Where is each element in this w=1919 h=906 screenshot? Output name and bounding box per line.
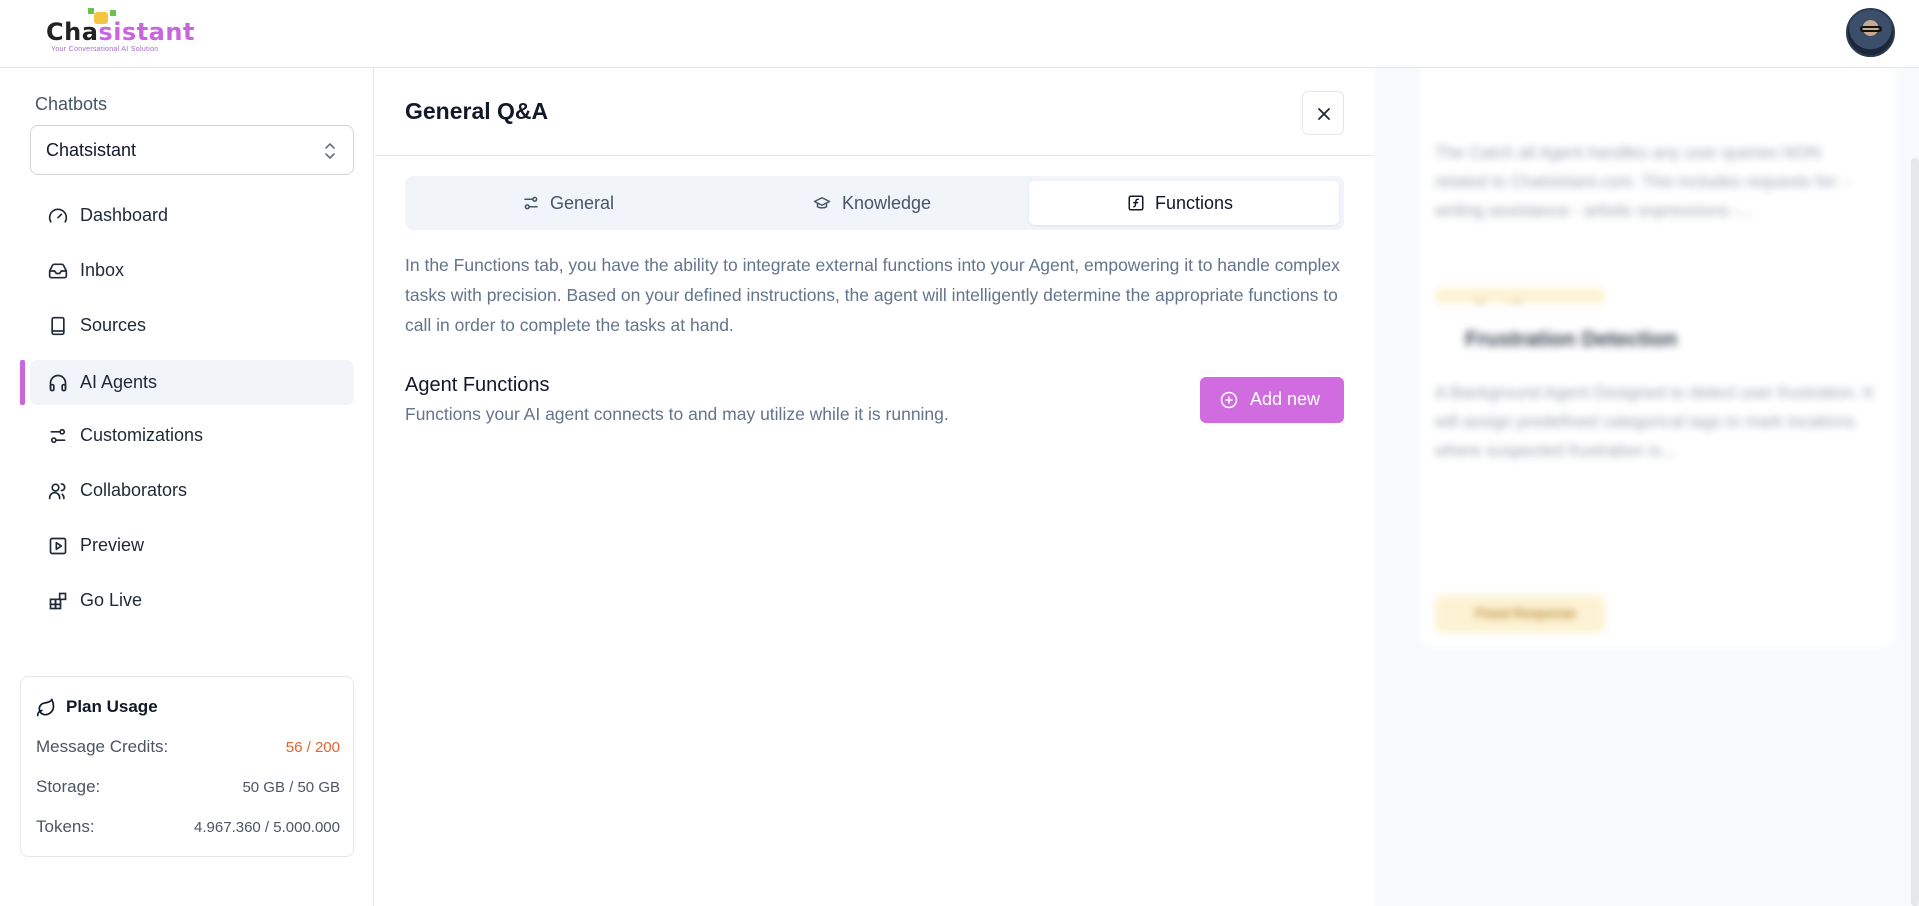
- tab-label: Functions: [1155, 193, 1234, 213]
- plan-usage-title: Plan Usage: [66, 697, 158, 716]
- plan-row-storage: Storage: 50 GB / 50 GB: [36, 777, 340, 801]
- plan-usage-card: Plan Usage Message Credits: 56 / 200 Sto…: [20, 676, 354, 857]
- brand-name: Chasistant: [46, 18, 195, 46]
- add-new-label: Add new: [1250, 389, 1321, 409]
- logo-mark: [88, 8, 94, 14]
- avatar-glasses: [1860, 26, 1882, 32]
- tab-general[interactable]: General: [410, 181, 720, 225]
- close-icon: [1318, 108, 1330, 120]
- sidebar-item-label: Customizations: [80, 425, 204, 445]
- plan-row-tokens: Tokens: 4.967.360 / 5.000.000: [36, 817, 340, 841]
- active-nav-marker: [20, 360, 25, 405]
- plan-row-label: Tokens:: [36, 817, 95, 836]
- agent-card: The Catch all Agent handles any user que…: [1420, 68, 1895, 338]
- scrollbar[interactable]: [1911, 158, 1919, 906]
- sidebar-item-label: Sources: [80, 315, 147, 335]
- sidebar-item-go-live[interactable]: Go Live: [30, 578, 354, 623]
- sidebar: Chatbots Chatsistant Dashboard Inbox Sou…: [0, 68, 374, 906]
- sliders-icon: [524, 196, 538, 210]
- close-button[interactable]: [1302, 91, 1344, 135]
- plan-row-label: Message Credits:: [36, 737, 169, 756]
- agent-card-text: A Background Agent Designed to detect us…: [1435, 383, 1873, 460]
- graduation-cap-icon: [813, 197, 831, 209]
- blurred-content: The Catch all Agent handles any user que…: [1375, 68, 1919, 906]
- sidebar-item-ai-agents[interactable]: AI Agents: [30, 360, 354, 405]
- sidebar-item-sources[interactable]: Sources: [30, 303, 354, 348]
- sidebar-item-label: Dashboard: [80, 205, 169, 225]
- agent-panel: General Q&A General Knowledge Functions …: [375, 68, 1374, 906]
- agent-card-text: The Catch all Agent handles any user que…: [1435, 143, 1851, 220]
- sidebar-item-dashboard[interactable]: Dashboard: [30, 193, 354, 238]
- tab-label: Knowledge: [842, 193, 932, 213]
- sidebar-item-label: AI Agents: [80, 372, 158, 392]
- background-agent-list: The Catch all Agent handles any user que…: [1375, 68, 1919, 906]
- sidebar-item-label: Go Live: [80, 590, 143, 610]
- brand-logo[interactable]: Chasistant Your Conversational AI Soluti…: [44, 8, 195, 56]
- plan-row-value: 56 / 200: [285, 739, 340, 756]
- play-square-icon: [49, 537, 67, 555]
- brand-tagline: Your Conversational AI Solution: [51, 46, 159, 53]
- plan-row-message-credits: Message Credits: 56 / 200: [36, 737, 340, 761]
- inbox-icon: [48, 263, 68, 279]
- users-icon: [48, 483, 66, 500]
- agent-card: Frustration Detection A Background Agent…: [1420, 303, 1895, 648]
- sidebar-item-label: Preview: [80, 535, 145, 555]
- section-title: Agent Functions: [405, 374, 550, 396]
- logo-mark: [110, 10, 116, 16]
- tab-label: General: [550, 193, 615, 213]
- plan-row-value: 50 GB / 50 GB: [242, 779, 340, 796]
- plan-row-label: Storage:: [36, 777, 101, 796]
- book-icon: [51, 316, 65, 336]
- chevron-up-down-icon: [325, 143, 335, 159]
- add-new-button[interactable]: Add new: [1200, 377, 1344, 423]
- leaf-icon: [36, 698, 55, 717]
- plus-circle-icon: [1220, 391, 1238, 409]
- agent-card-badge-label: Fixed Response: [1475, 605, 1577, 621]
- chatbot-select-value: Chatsistant: [46, 140, 137, 160]
- sidebar-item-customizations[interactable]: Customizations: [30, 413, 354, 458]
- blocks-icon: [49, 592, 67, 610]
- headphones-icon: [49, 374, 67, 392]
- tab-knowledge[interactable]: Knowledge: [720, 181, 1030, 225]
- panel-title: General Q&A: [405, 98, 549, 124]
- section-subtitle: Functions your AI agent connects to and …: [405, 404, 949, 424]
- sidebar-item-label: Inbox: [80, 260, 125, 280]
- agent-card-badge: Fixed Response: [1435, 595, 1605, 633]
- plan-row-value: 4.967.360 / 5.000.000: [194, 819, 340, 836]
- panel-tabs: General Knowledge Functions: [405, 176, 1344, 230]
- function-square-icon: [1128, 195, 1144, 211]
- chatbots-label: Chatbots: [35, 94, 108, 114]
- panel-header: General Q&A: [375, 68, 1374, 156]
- tab-functions[interactable]: Functions: [1029, 181, 1339, 225]
- functions-description: In the Functions tab, you have the abili…: [405, 255, 1340, 335]
- chatbot-select[interactable]: Chatsistant: [30, 125, 354, 175]
- sliders-icon: [50, 428, 66, 444]
- sidebar-item-label: Collaborators: [80, 480, 188, 500]
- gauge-icon: [48, 208, 68, 223]
- sidebar-item-inbox[interactable]: Inbox: [30, 248, 354, 293]
- sidebar-item-collaborators[interactable]: Collaborators: [30, 468, 354, 513]
- top-bar: Chasistant Your Conversational AI Soluti…: [0, 0, 1919, 68]
- agent-card-title: Frustration Detection: [1465, 328, 1678, 351]
- sidebar-item-preview[interactable]: Preview: [30, 523, 354, 568]
- user-avatar[interactable]: [1846, 8, 1895, 57]
